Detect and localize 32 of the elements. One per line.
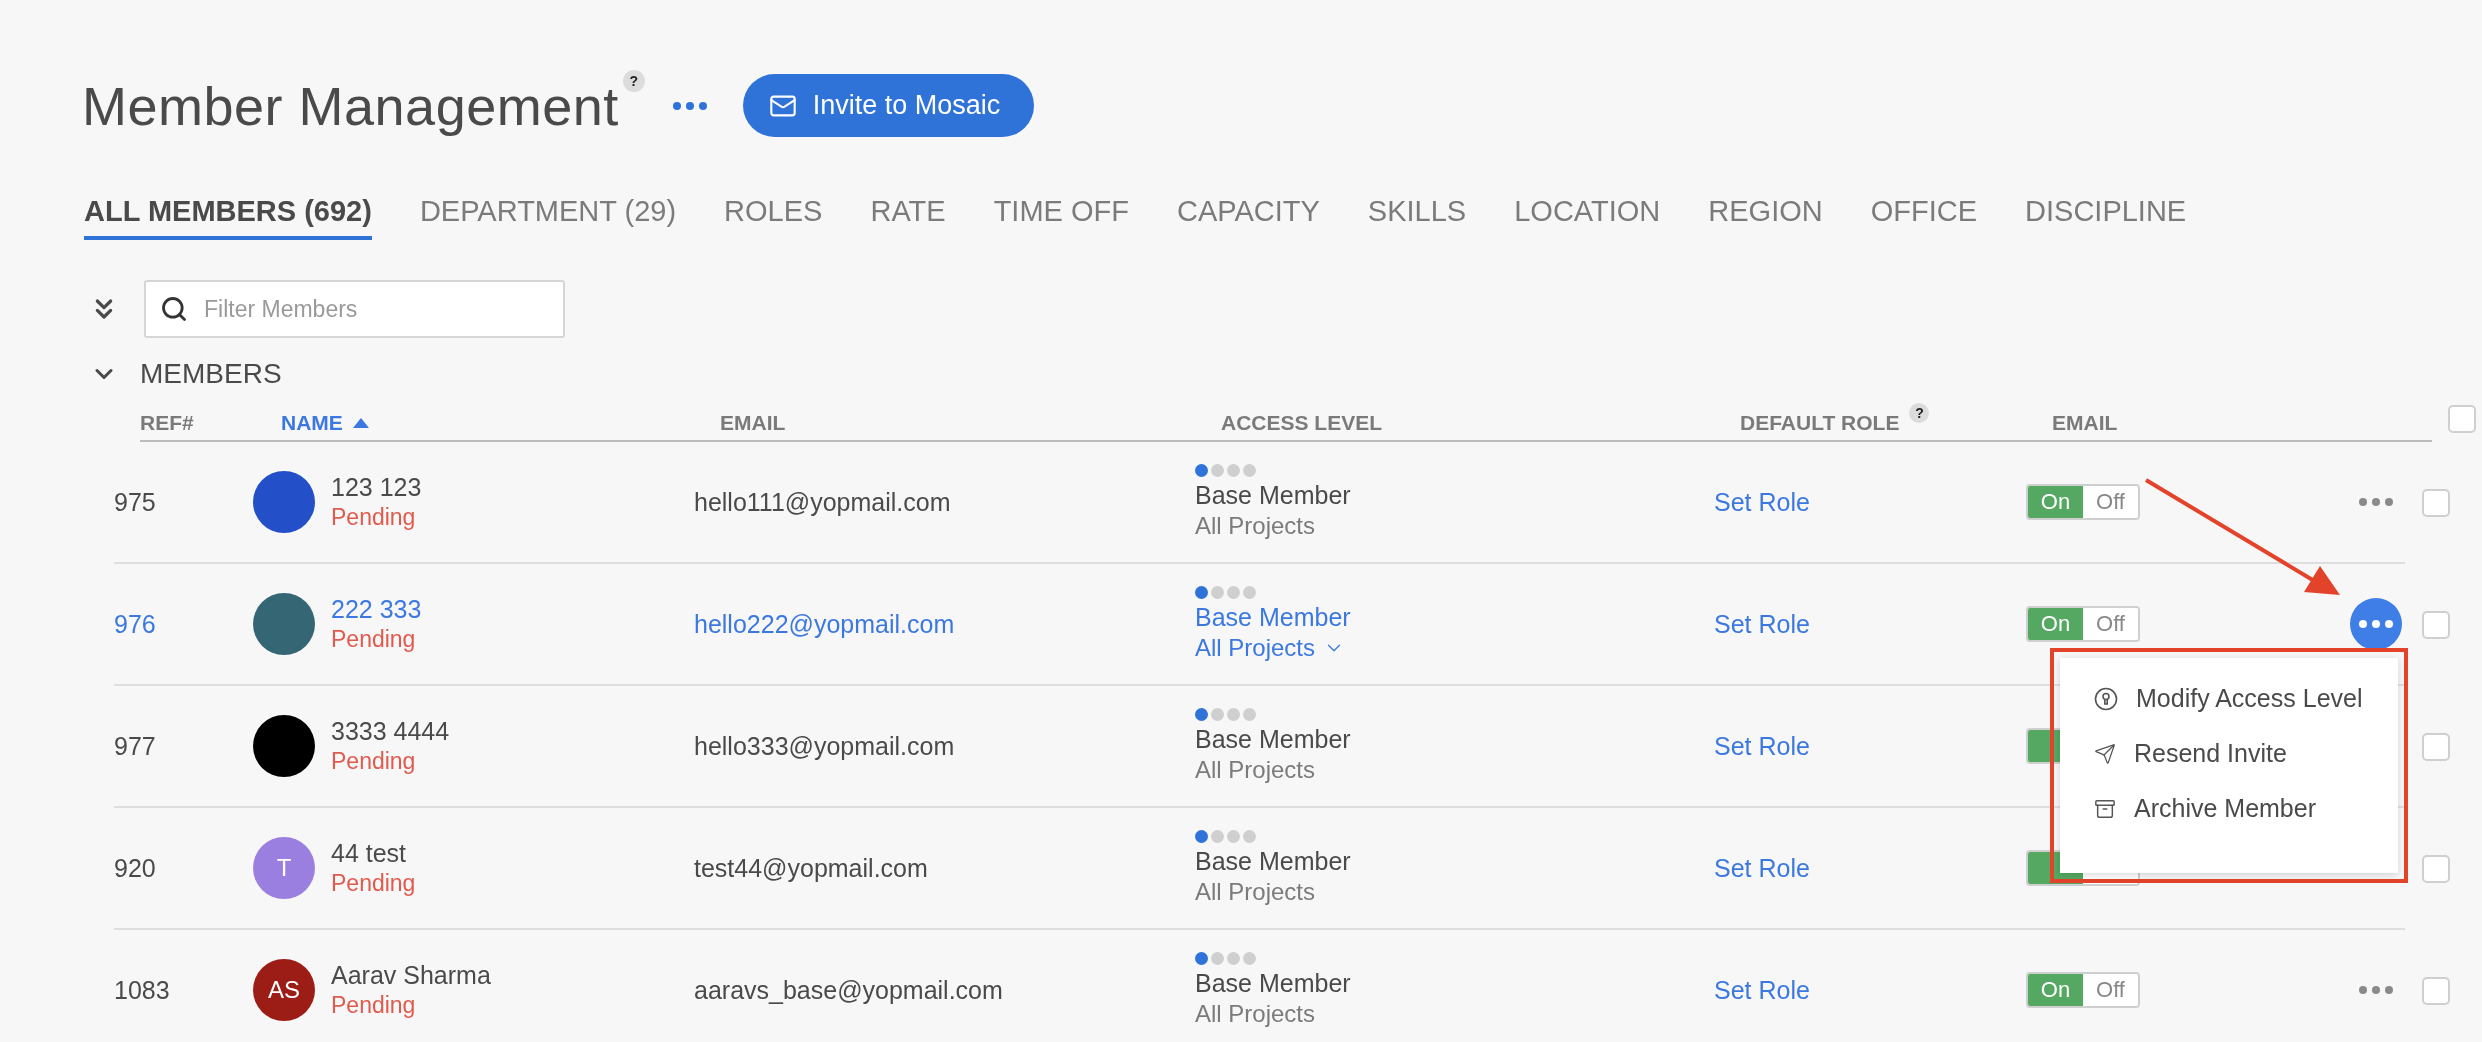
email-text: aaravs_base@yopmail.com xyxy=(694,975,1004,1005)
status-text: Pending xyxy=(331,504,417,531)
email-text: hello222@yopmail.com xyxy=(694,609,956,639)
member-name: 44 test xyxy=(331,839,408,868)
ref-number: 1083 xyxy=(114,975,171,1005)
member-name: 123 123 xyxy=(331,473,422,502)
status-text: Pending xyxy=(331,748,417,775)
email-text: hello333@yopmail.com xyxy=(694,731,956,761)
member-name: Aarav Sharma xyxy=(331,961,491,990)
page-title: Member Management xyxy=(82,74,619,137)
email-text: test44@yopmail.com xyxy=(694,853,929,883)
avatar: T xyxy=(253,837,315,899)
status-text: Pending xyxy=(331,870,416,897)
section-title: MEMBERS xyxy=(140,358,282,390)
ref-number: 976 xyxy=(114,609,157,639)
access-role: Base Member xyxy=(1195,847,1352,876)
ref-number: 977 xyxy=(114,731,157,761)
access-role: Base Member xyxy=(1195,969,1352,998)
access-scope: All Projects xyxy=(1195,878,1316,906)
email-text: hello111@yopmail.com xyxy=(694,487,952,517)
status-text: Pending xyxy=(331,992,417,1019)
access-scope: All Projects xyxy=(1195,1000,1316,1028)
ref-number: 920 xyxy=(114,853,157,883)
member-name: 3333 4444 xyxy=(331,717,450,746)
access-role: Base Member xyxy=(1195,725,1352,754)
member-name: 222 333 xyxy=(331,595,422,624)
access-scope: All Projects xyxy=(1195,512,1316,540)
status-text: Pending xyxy=(331,626,417,653)
ref-number: 975 xyxy=(114,487,157,517)
avatar: AS xyxy=(253,959,315,1021)
access-role: Base Member xyxy=(1195,481,1352,510)
access-scope: All Projects xyxy=(1195,756,1316,784)
